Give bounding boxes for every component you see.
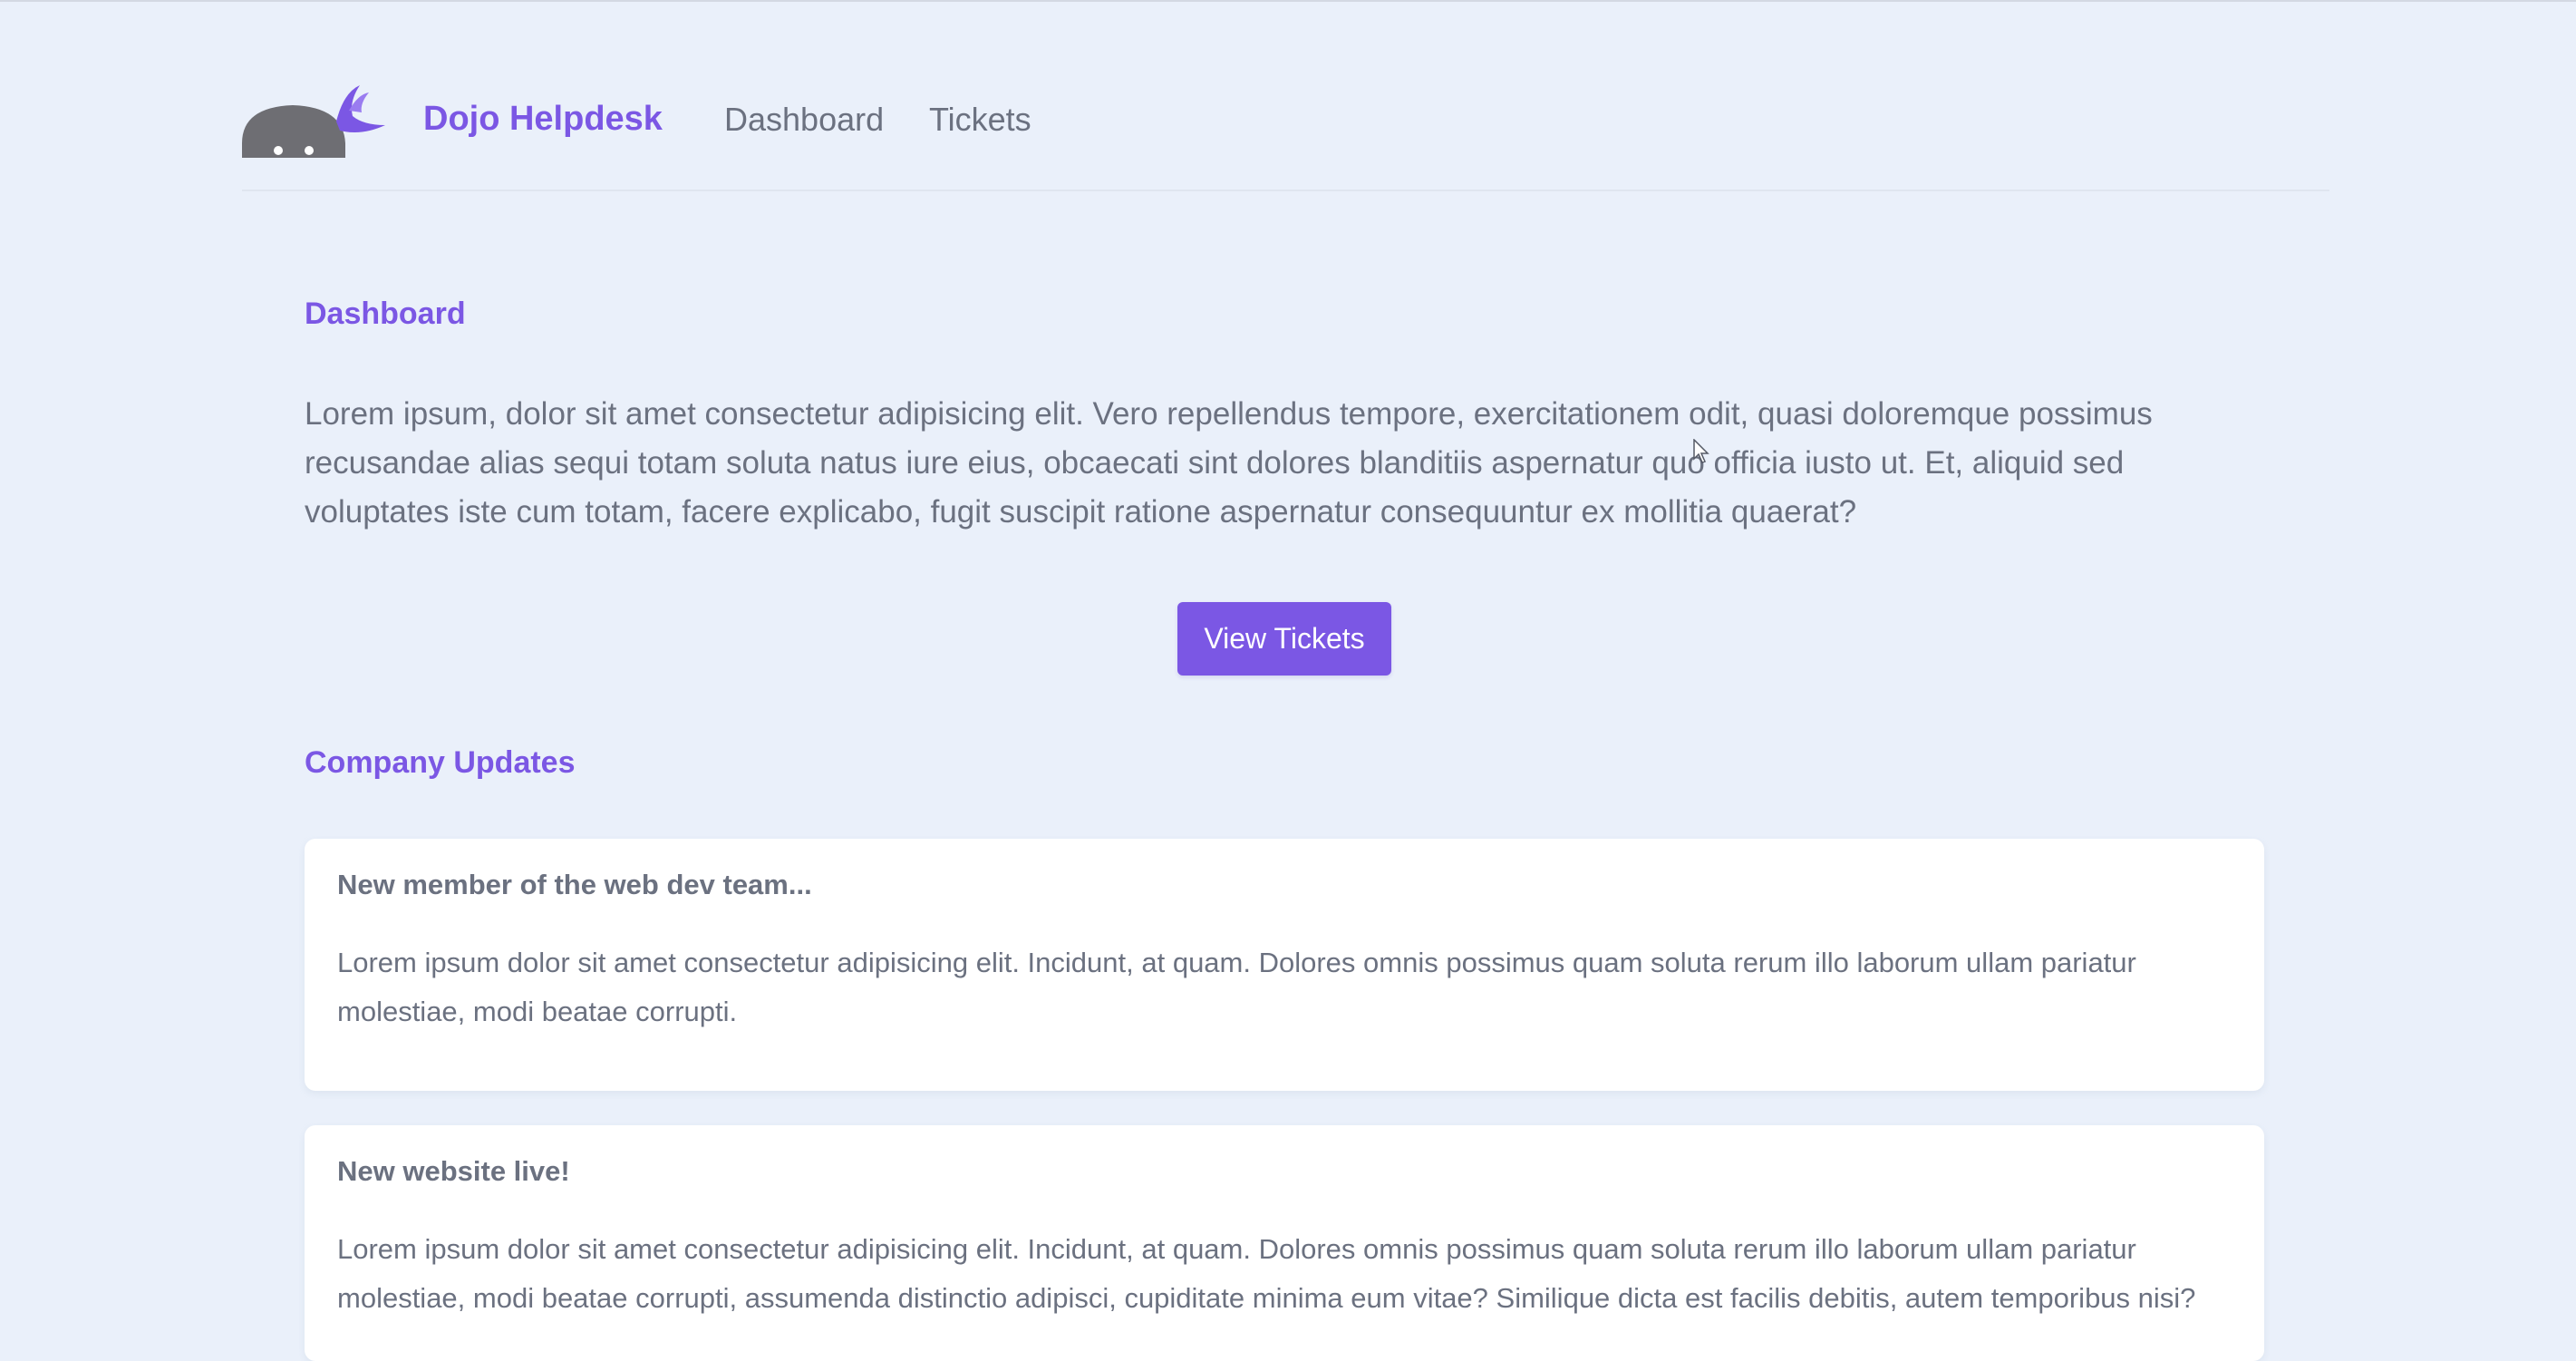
intro-paragraph: Lorem ipsum, dolor sit amet consectetur … <box>305 396 2153 530</box>
nav-tickets-link[interactable]: Tickets <box>929 101 1031 139</box>
navbar: Dojo Helpdesk Dashboard Tickets <box>242 73 2329 191</box>
update-card: New website live! Lorem ipsum dolor sit … <box>305 1125 2264 1361</box>
update-card: New member of the web dev team... Lorem … <box>305 839 2264 1091</box>
mouse-cursor-icon <box>1693 439 1709 463</box>
ninja-logo-icon <box>242 85 385 158</box>
update-body: Lorem ipsum dolor sit amet consectetur a… <box>337 947 2136 1027</box>
update-title: New website live! <box>337 1155 570 1187</box>
brand-link[interactable]: Dojo Helpdesk <box>423 100 663 139</box>
update-body: Lorem ipsum dolor sit amet consectetur a… <box>337 1233 2196 1314</box>
page-title: Dashboard <box>305 297 466 331</box>
company-updates-title: Company Updates <box>305 745 576 780</box>
top-border <box>0 0 2576 2</box>
update-title: New member of the web dev team... <box>337 869 812 900</box>
view-tickets-button[interactable]: View Tickets <box>1177 602 1391 676</box>
nav-dashboard-link[interactable]: Dashboard <box>724 101 884 139</box>
